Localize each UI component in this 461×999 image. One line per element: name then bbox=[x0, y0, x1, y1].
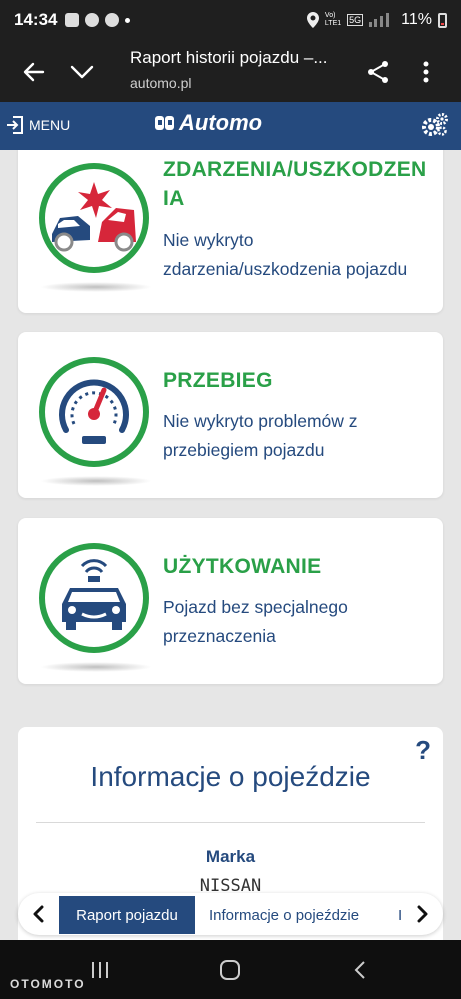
section-tab-bar: Raport pojazdu Informacje o pojeździe I bbox=[18, 893, 443, 935]
automo-logo[interactable]: Automo bbox=[154, 110, 262, 136]
status-bar: 14:34 Vo) LTE1 5G 11% bbox=[0, 0, 461, 40]
menu-button[interactable]: MENU bbox=[6, 116, 70, 134]
browser-toolbar: Raport historii pojazdu –... automo.pl bbox=[0, 40, 461, 102]
signal-icon bbox=[369, 13, 390, 27]
chevron-right-icon bbox=[417, 905, 428, 923]
back-chevron-icon bbox=[354, 961, 365, 979]
card-description: Nie wykryto problemów z przebiegiem poja… bbox=[163, 411, 358, 460]
card-title: UŻYTKOWANIE bbox=[163, 555, 322, 578]
card-title: ZDARZENIA/USZKODZEN IA bbox=[163, 158, 427, 210]
home-icon bbox=[220, 960, 240, 980]
collapse-button[interactable] bbox=[62, 52, 102, 92]
message-icon bbox=[105, 13, 120, 27]
scroll-left-button[interactable] bbox=[18, 893, 58, 935]
chevron-left-icon bbox=[33, 905, 44, 923]
mileage-card: PRZEBIEG Nie wykryto problemów z przebie… bbox=[18, 332, 443, 498]
usage-card: UŻYTKOWANIE Pojazd bez specjalnego przez… bbox=[18, 518, 443, 684]
network-5g-label: 5G bbox=[347, 14, 364, 26]
card-description: Nie wykryto zdarzenia/uszkodzenia pojazd… bbox=[163, 230, 408, 279]
speedometer-icon bbox=[39, 357, 149, 467]
car-crash-icon bbox=[39, 163, 149, 273]
arrow-left-icon bbox=[23, 62, 45, 82]
more-options-button[interactable] bbox=[406, 52, 446, 92]
login-icon bbox=[7, 116, 23, 134]
tab-report[interactable]: Raport pojazdu bbox=[59, 896, 195, 934]
gears-icon bbox=[422, 113, 448, 136]
system-back-button[interactable] bbox=[340, 956, 380, 984]
recents-button[interactable] bbox=[80, 956, 120, 984]
menu-label: MENU bbox=[29, 117, 71, 133]
clock: 14:34 bbox=[14, 10, 58, 29]
site-navbar: MENU Automo bbox=[0, 102, 461, 150]
section-heading: Informacje o pojeździe bbox=[90, 761, 371, 792]
card-description: Pojazd bez specjalnego przeznaczenia bbox=[163, 597, 348, 646]
share-button[interactable] bbox=[358, 52, 398, 92]
tab-vehicle-info[interactable]: Informacje o pojeździe bbox=[209, 896, 359, 934]
battery-icon bbox=[438, 12, 447, 28]
logo-mark-icon bbox=[155, 116, 174, 130]
gallery-icon bbox=[65, 13, 80, 27]
scroll-right-button[interactable] bbox=[403, 893, 443, 935]
page-url[interactable]: automo.pl bbox=[130, 75, 191, 91]
accidents-card: ZDARZENIA/USZKODZEN IA Nie wykryto zdarz… bbox=[18, 150, 443, 313]
otomoto-watermark: OTOMOTO bbox=[10, 977, 86, 991]
make-label: Marka bbox=[205, 847, 256, 866]
divider bbox=[36, 822, 425, 823]
location-icon bbox=[306, 12, 319, 28]
notification-dot-icon bbox=[125, 17, 131, 23]
more-vertical-icon bbox=[423, 61, 429, 83]
chat-icon bbox=[85, 13, 100, 27]
logo-text: Automo bbox=[179, 110, 263, 135]
chevron-down-icon bbox=[70, 65, 94, 79]
back-button[interactable] bbox=[14, 52, 54, 92]
card-title: PRZEBIEG bbox=[163, 369, 273, 392]
report-content: ZDARZENIA/USZKODZEN IA Nie wykryto zdarz… bbox=[0, 150, 461, 940]
lte-label: LTE1 bbox=[324, 20, 342, 27]
settings-button[interactable] bbox=[421, 112, 449, 143]
taxi-car-icon bbox=[39, 543, 149, 653]
recents-icon bbox=[92, 962, 108, 978]
home-button[interactable] bbox=[210, 956, 250, 984]
volte-label: Vo) bbox=[324, 12, 336, 19]
share-icon bbox=[368, 61, 388, 83]
battery-percent: 11% bbox=[401, 11, 432, 28]
page-title: Raport historii pojazdu –... bbox=[130, 48, 328, 67]
